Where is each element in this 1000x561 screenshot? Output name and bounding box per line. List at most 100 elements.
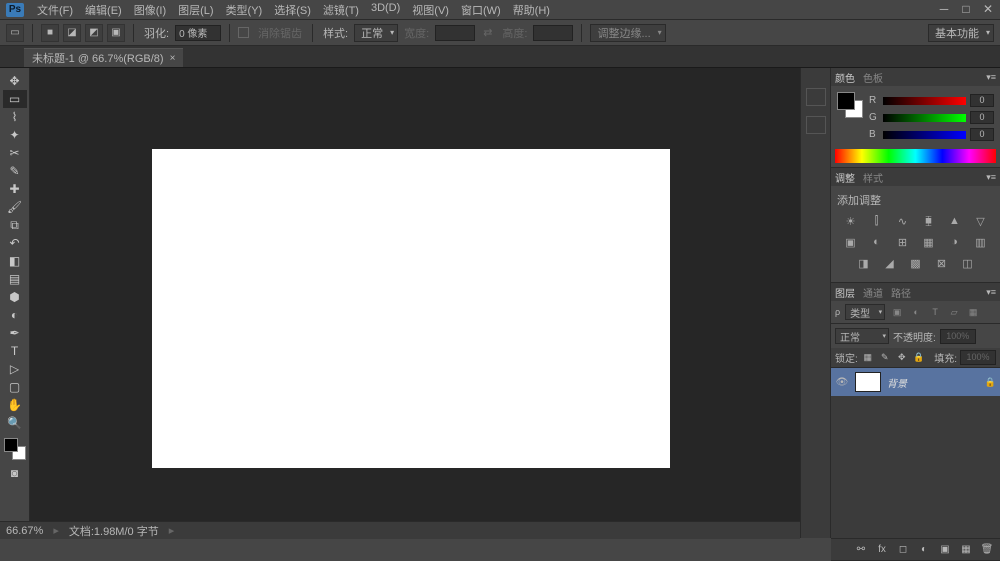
menu-file[interactable]: 文件(F) (32, 0, 78, 20)
foreground-color-swatch[interactable] (4, 438, 18, 452)
menu-filter[interactable]: 滤镜(T) (318, 0, 364, 20)
menu-3d[interactable]: 3D(D) (366, 0, 405, 20)
color-swatch-pair[interactable] (837, 92, 863, 118)
layer-fx-icon[interactable]: fx (875, 543, 889, 557)
menu-help[interactable]: 帮助(H) (508, 0, 555, 20)
status-menu-icon[interactable]: ▸ (169, 524, 175, 537)
canvas-area[interactable] (30, 68, 800, 538)
b-slider[interactable] (883, 131, 966, 139)
zoom-tool[interactable]: 🔍 (3, 414, 27, 432)
eraser-tool[interactable]: ◧ (3, 252, 27, 270)
color-spectrum[interactable] (835, 149, 996, 163)
r-slider[interactable] (883, 97, 966, 105)
menu-image[interactable]: 图像(I) (129, 0, 171, 20)
exposure-icon[interactable]: ⧯ (920, 213, 938, 229)
vibrance-icon[interactable]: ▲ (946, 213, 964, 229)
layer-name[interactable]: 背景 (887, 375, 979, 390)
menu-layer[interactable]: 图层(L) (173, 0, 218, 20)
subtract-selection-icon[interactable]: ◩ (85, 24, 103, 42)
path-select-tool[interactable]: ▷ (3, 360, 27, 378)
properties-panel-icon[interactable] (806, 116, 826, 134)
link-layers-icon[interactable]: ⚯ (854, 543, 868, 557)
minimize-button[interactable]: ─ (936, 2, 952, 16)
selective-color-icon[interactable]: ▩ (907, 255, 925, 271)
layer-row[interactable]: 👁 背景 🔒 (831, 368, 1000, 396)
close-tab-icon[interactable]: × (170, 53, 176, 64)
marquee-tool[interactable]: ▭ (3, 90, 27, 108)
filter-pixel-icon[interactable]: ▣ (890, 305, 904, 319)
menu-window[interactable]: 窗口(W) (456, 0, 506, 20)
workspace-select[interactable]: 基本功能 (928, 24, 994, 42)
menu-type[interactable]: 类型(Y) (221, 0, 268, 20)
new-selection-icon[interactable]: ■ (41, 24, 59, 42)
feather-input[interactable] (175, 25, 221, 41)
color-panel-menu-icon[interactable]: ▾≡ (986, 72, 996, 83)
panel-fg-swatch[interactable] (837, 92, 855, 110)
close-button[interactable]: ✕ (980, 2, 996, 16)
threshold-icon[interactable]: ◨ (855, 255, 873, 271)
intersect-selection-icon[interactable]: ▣ (107, 24, 125, 42)
filter-adjust-icon[interactable]: ◐ (909, 305, 923, 319)
brush-tool[interactable]: 🖌 (3, 198, 27, 216)
lock-trans-icon[interactable]: ▦ (861, 351, 875, 365)
hue-icon[interactable]: ▽ (972, 213, 990, 229)
color-lookup-icon[interactable]: ▦ (920, 234, 938, 250)
filter-kind-select[interactable]: 类型 (845, 304, 885, 320)
adjust-panel-menu-icon[interactable]: ▾≡ (986, 172, 996, 183)
opacity-field[interactable]: 100% (940, 329, 976, 344)
menu-select[interactable]: 选择(S) (269, 0, 316, 20)
pen-tool[interactable]: ✒ (3, 324, 27, 342)
new-adjust-icon[interactable]: ◐ (917, 543, 931, 557)
filter-type-icon[interactable]: T (928, 305, 942, 319)
curves-icon[interactable]: ∿ (894, 213, 912, 229)
levels-icon[interactable]: ⫿ (868, 213, 886, 229)
hand-tool[interactable]: ✋ (3, 396, 27, 414)
menu-view[interactable]: 视图(V) (407, 0, 454, 20)
refine-edge-button[interactable]: 调整边缘... (590, 24, 665, 42)
new-layer-icon[interactable]: ▦ (959, 543, 973, 557)
antialias-checkbox[interactable] (238, 27, 249, 38)
adj-icon-5[interactable]: ◫ (959, 255, 977, 271)
style-select[interactable]: 正常 (354, 24, 398, 42)
blur-tool[interactable]: ⬢ (3, 288, 27, 306)
menu-edit[interactable]: 编辑(E) (80, 0, 127, 20)
tab-styles[interactable]: 样式 (863, 170, 883, 185)
b-value[interactable]: 0 (970, 128, 994, 141)
crop-tool[interactable]: ✂ (3, 144, 27, 162)
g-value[interactable]: 0 (970, 111, 994, 124)
shape-tool[interactable]: ▢ (3, 378, 27, 396)
lock-pos-icon[interactable]: ✥ (895, 351, 909, 365)
marquee-tool-icon[interactable]: ▭ (6, 24, 24, 42)
gradient-map-icon[interactable]: ◢ (881, 255, 899, 271)
layers-panel-menu-icon[interactable]: ▾≡ (986, 287, 996, 298)
tab-adjustments[interactable]: 调整 (835, 170, 855, 185)
channel-mixer-icon[interactable]: ⊞ (894, 234, 912, 250)
eyedropper-tool[interactable]: ✎ (3, 162, 27, 180)
brightness-icon[interactable]: ☀ (842, 213, 860, 229)
layer-thumbnail[interactable] (855, 372, 881, 392)
quick-mask-tool[interactable]: ◙ (3, 464, 27, 482)
posterize-icon[interactable]: ▥ (972, 234, 990, 250)
tab-channels[interactable]: 通道 (863, 285, 883, 300)
delete-layer-icon[interactable]: 🗑 (980, 543, 994, 557)
filter-smart-icon[interactable]: ▦ (966, 305, 980, 319)
stamp-tool[interactable]: ⧉ (3, 216, 27, 234)
tab-layers[interactable]: 图层 (835, 285, 855, 300)
lock-all-icon[interactable]: 🔒 (912, 351, 926, 365)
add-selection-icon[interactable]: ◪ (63, 24, 81, 42)
canvas[interactable] (152, 149, 670, 468)
blend-mode-select[interactable]: 正常 (835, 328, 889, 344)
zoom-level[interactable]: 66.67% (6, 525, 43, 537)
tab-paths[interactable]: 路径 (891, 285, 911, 300)
magic-wand-tool[interactable]: ✦ (3, 126, 27, 144)
maximize-button[interactable]: □ (958, 2, 974, 16)
healing-tool[interactable]: ✚ (3, 180, 27, 198)
filter-shape-icon[interactable]: ▱ (947, 305, 961, 319)
fill-field[interactable]: 100% (960, 350, 996, 365)
new-group-icon[interactable]: ▣ (938, 543, 952, 557)
type-tool[interactable]: T (3, 342, 27, 360)
color-swatches[interactable] (4, 438, 26, 460)
layer-mask-icon[interactable]: ◻ (896, 543, 910, 557)
adj-icon-4[interactable]: ⊠ (933, 255, 951, 271)
g-slider[interactable] (883, 114, 966, 122)
